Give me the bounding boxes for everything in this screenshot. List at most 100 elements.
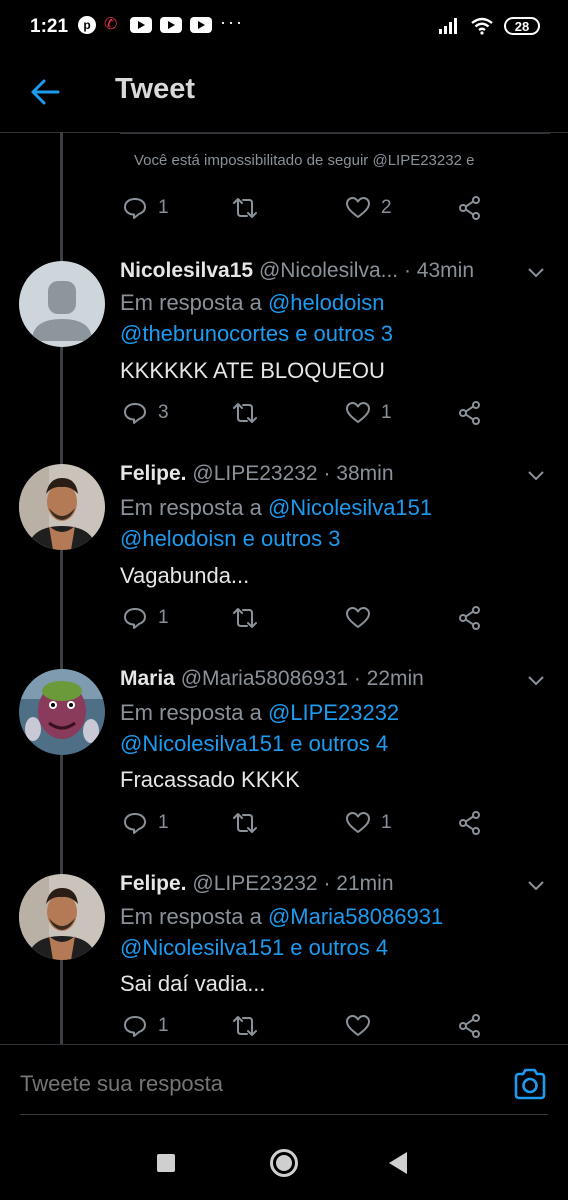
status-bar: 1:21 p ✆ ··· 28	[0, 0, 568, 56]
signal-icon	[439, 18, 457, 34]
reply-icon	[124, 813, 146, 834]
handle[interactable]: @LIPE23232	[192, 462, 317, 485]
home-button[interactable]	[270, 1149, 298, 1177]
share-button[interactable]	[457, 810, 483, 836]
avatar[interactable]	[19, 261, 105, 347]
tweet-actions: 1 2	[0, 195, 568, 225]
handle[interactable]: @Nicolesilva...	[259, 259, 398, 282]
display-name[interactable]: Felipe.	[120, 872, 187, 895]
missed-call-icon: ✆	[104, 16, 118, 33]
like-button[interactable]	[345, 1013, 381, 1039]
share-button[interactable]	[457, 1013, 483, 1039]
tweet-header: Nicolesilva15 @Nicolesilva... · 43min	[120, 259, 474, 283]
reply-prefix: Em resposta a	[120, 904, 268, 929]
system-icons: 28	[438, 17, 540, 35]
retweet-icon	[233, 813, 257, 833]
mention-link[interactable]: @helodoisn	[268, 290, 385, 315]
reply-button[interactable]: 1	[122, 1013, 169, 1039]
reply-icon	[124, 403, 146, 424]
share-icon	[459, 401, 480, 425]
recents-button[interactable]	[157, 1154, 175, 1172]
youtube-icon	[190, 17, 212, 33]
heart-icon	[346, 812, 370, 833]
timestamp: · 22min	[353, 667, 424, 690]
reply-input[interactable]	[20, 1071, 480, 1097]
system-back-button[interactable]	[389, 1152, 407, 1174]
reply-count: 1	[158, 197, 169, 218]
chevron-down-icon[interactable]	[526, 875, 546, 895]
mention-link-others[interactable]: @Nicolesilva151 e outros 4	[120, 935, 388, 961]
reply-count: 1	[158, 607, 169, 628]
reply-count: 3	[158, 402, 169, 423]
youtube-icon	[130, 17, 152, 33]
like-button[interactable]: 1	[345, 810, 392, 836]
mention-link-others[interactable]: @Nicolesilva151 e outros 4	[120, 731, 388, 757]
reply-icon	[124, 1016, 146, 1037]
retweet-icon	[233, 403, 257, 423]
chevron-down-icon[interactable]	[526, 670, 546, 690]
like-count: 1	[381, 812, 392, 833]
tweet[interactable]: Felipe. @LIPE23232 · 38min Em resposta a…	[0, 450, 568, 655]
reply-icon	[124, 608, 146, 629]
display-name[interactable]: Felipe.	[120, 462, 187, 485]
profile-photo	[19, 874, 105, 960]
display-name[interactable]: Maria	[120, 667, 175, 690]
retweet-button[interactable]	[232, 1013, 258, 1039]
like-button[interactable]	[345, 605, 381, 631]
mention-link[interactable]: @LIPE23232	[268, 700, 399, 725]
heart-icon	[346, 197, 370, 218]
share-button[interactable]	[457, 195, 483, 221]
status-time: 1:21	[30, 16, 69, 37]
heart-icon	[346, 607, 370, 628]
heart-icon	[346, 1015, 370, 1036]
reply-button[interactable]: 1	[122, 810, 169, 836]
reply-button[interactable]: 1	[122, 195, 169, 221]
reply-count: 1	[158, 1015, 169, 1036]
tweet-actions: 1	[0, 605, 568, 635]
tweet-actions: 3 1	[0, 400, 568, 430]
mention-link-others[interactable]: @helodoisn e outros 3	[120, 526, 340, 552]
share-button[interactable]	[457, 400, 483, 426]
tweet-text: Fracassado KKKK	[120, 767, 300, 792]
chevron-down-icon[interactable]	[526, 465, 546, 485]
camera-icon[interactable]	[512, 1067, 548, 1101]
avatar[interactable]	[19, 874, 105, 960]
tweet-actions: 1 1	[0, 810, 568, 840]
handle[interactable]: @Maria58086931	[181, 667, 348, 690]
reply-count: 1	[158, 812, 169, 833]
tweet-header: Maria @Maria58086931 · 22min	[120, 667, 424, 691]
retweet-button[interactable]	[232, 195, 258, 221]
wifi-icon	[471, 17, 493, 35]
mention-link-others[interactable]: @thebrunocortes e outros 3	[120, 321, 393, 347]
mention-link[interactable]: @Nicolesilva151	[268, 495, 432, 520]
like-button[interactable]: 1	[345, 400, 392, 426]
retweet-icon	[233, 1016, 257, 1036]
battery-icon: 28	[504, 17, 540, 35]
reply-context: Em resposta a @LIPE23232	[120, 700, 399, 726]
avatar[interactable]	[19, 464, 105, 550]
reply-button[interactable]: 1	[122, 605, 169, 631]
handle[interactable]: @LIPE23232	[192, 872, 317, 895]
reply-prefix: Em resposta a	[120, 495, 268, 520]
share-button[interactable]	[457, 605, 483, 631]
retweet-icon	[233, 608, 257, 628]
retweet-button[interactable]	[232, 810, 258, 836]
reply-button[interactable]: 3	[122, 400, 169, 426]
share-icon	[459, 606, 480, 630]
tweet[interactable]: Maria @Maria58086931 · 22min Em resposta…	[0, 655, 568, 860]
retweet-button[interactable]	[232, 400, 258, 426]
tweet-header: Felipe. @LIPE23232 · 38min	[120, 462, 394, 486]
tweet[interactable]: Nicolesilva15 @Nicolesilva... · 43min Em…	[0, 245, 568, 450]
tweet[interactable]: Felipe. @LIPE23232 · 21min Em resposta a…	[0, 860, 568, 1044]
like-button[interactable]: 2	[345, 195, 392, 221]
reply-compose-bar	[0, 1044, 568, 1117]
timestamp: · 38min	[323, 462, 394, 485]
profile-photo	[19, 464, 105, 550]
reply-prefix: Em resposta a	[120, 700, 268, 725]
chevron-down-icon[interactable]	[526, 262, 546, 282]
mention-link[interactable]: @Maria58086931	[268, 904, 443, 929]
retweet-button[interactable]	[232, 605, 258, 631]
back-arrow-icon[interactable]	[26, 72, 66, 112]
display-name[interactable]: Nicolesilva15	[120, 259, 253, 282]
avatar[interactable]	[19, 669, 105, 755]
